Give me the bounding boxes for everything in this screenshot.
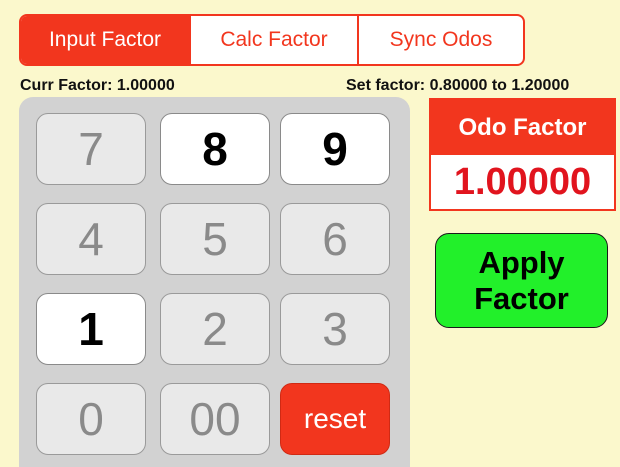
key-9[interactable]: 9	[280, 113, 390, 185]
key-8[interactable]: 8	[160, 113, 270, 185]
reset-button[interactable]: reset	[280, 383, 390, 455]
odo-factor-panel: Odo Factor 1.00000	[429, 98, 616, 211]
mode-tabs: Input Factor Calc Factor Sync Odos	[19, 14, 525, 66]
odo-factor-value: 1.00000	[453, 160, 592, 203]
key-4[interactable]: 4	[36, 203, 146, 275]
apply-factor-label-line2: Factor	[474, 280, 569, 316]
tab-sync-odos[interactable]: Sync Odos	[357, 16, 523, 64]
tab-input-factor[interactable]: Input Factor	[21, 16, 189, 64]
apply-factor-button[interactable]: Apply Factor	[435, 233, 608, 328]
key-00[interactable]: 00	[160, 383, 270, 455]
key-1[interactable]: 1	[36, 293, 146, 365]
key-0[interactable]: 0	[36, 383, 146, 455]
tab-calc-factor[interactable]: Calc Factor	[189, 16, 357, 64]
key-6[interactable]: 6	[280, 203, 390, 275]
key-2[interactable]: 2	[160, 293, 270, 365]
apply-factor-label-line1: Apply	[478, 244, 565, 280]
set-factor-range-label: Set factor: 0.80000 to 1.20000	[346, 77, 570, 94]
odo-factor-screen: Input Factor Calc Factor Sync Odos Curr …	[0, 0, 620, 467]
key-5[interactable]: 5	[160, 203, 270, 275]
numeric-keypad: 7 8 9 4 5 6 1 2 3 0 00 reset	[19, 97, 410, 467]
current-factor-label: Curr Factor: 1.00000	[20, 77, 175, 94]
key-3[interactable]: 3	[280, 293, 390, 365]
odo-factor-title: Odo Factor	[431, 100, 614, 155]
key-7[interactable]: 7	[36, 113, 146, 185]
